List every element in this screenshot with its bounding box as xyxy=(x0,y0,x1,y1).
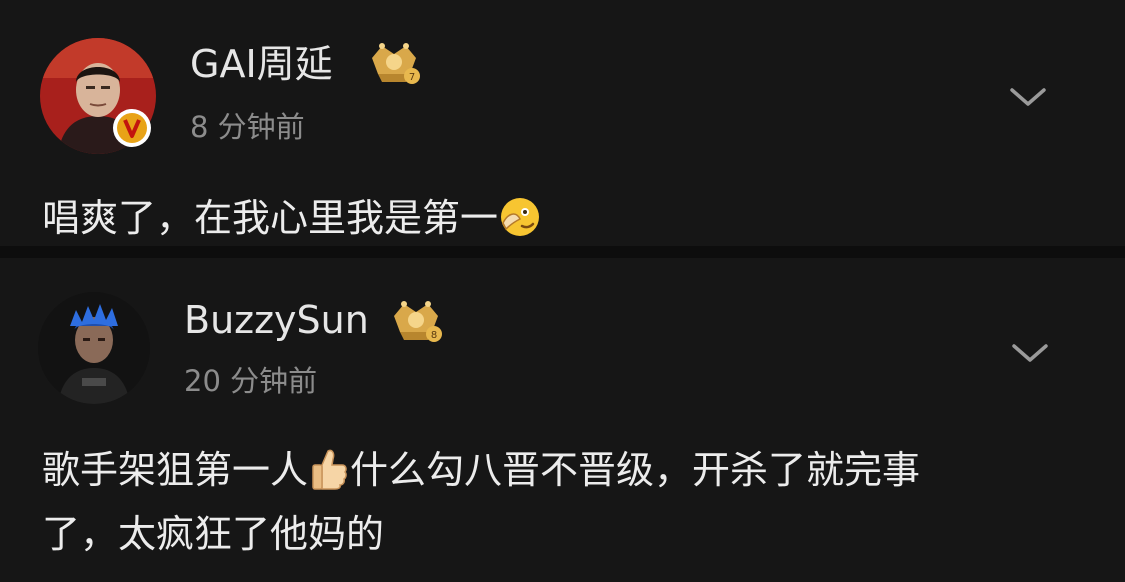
timestamp: 20 分钟前 xyxy=(184,364,318,398)
thumbs-up-emoji-icon xyxy=(312,449,347,490)
chevron-down-icon[interactable] xyxy=(1008,338,1052,368)
comment-text-content: 唱爽了，在我心里我是第一 xyxy=(42,196,499,240)
crown-level-badge-icon: 8 xyxy=(394,301,442,342)
comment-text-part: 了，太疯狂了他妈的 xyxy=(42,512,385,556)
avatar[interactable] xyxy=(38,292,150,404)
comment-item: GAI周延 7 8 分钟前 唱爽了，在我心里我是第一 xyxy=(0,0,1125,246)
comment-list: GAI周延 7 8 分钟前 唱爽了，在我心里我是第一 BuzzySun 8 20… xyxy=(0,0,1125,582)
svg-text:8: 8 xyxy=(431,330,437,341)
chevron-down-icon[interactable] xyxy=(1006,82,1050,112)
svg-text:7: 7 xyxy=(409,72,415,83)
comment-text: 唱爽了，在我心里我是第一 xyxy=(42,186,542,250)
username[interactable]: BuzzySun xyxy=(184,298,369,342)
username[interactable]: GAI周延 xyxy=(190,42,333,86)
divider xyxy=(0,246,1125,258)
comment-item: BuzzySun 8 20 分钟前 歌手架狙第一人 什么勾八晋不晋级，开杀了就完… xyxy=(0,258,1125,582)
crown-level-badge-icon: 7 xyxy=(372,43,420,84)
wink-emoji-icon xyxy=(501,198,540,236)
comment-text-part: 歌手架狙第一人 xyxy=(42,448,309,492)
comment-text: 歌手架狙第一人 什么勾八晋不晋级，开杀了就完事 了，太疯狂了他妈的 xyxy=(42,438,920,566)
comment-text-part: 什么勾八晋不晋级，开杀了就完事 xyxy=(350,448,921,492)
verified-badge-icon xyxy=(113,109,151,147)
timestamp: 8 分钟前 xyxy=(190,110,305,144)
